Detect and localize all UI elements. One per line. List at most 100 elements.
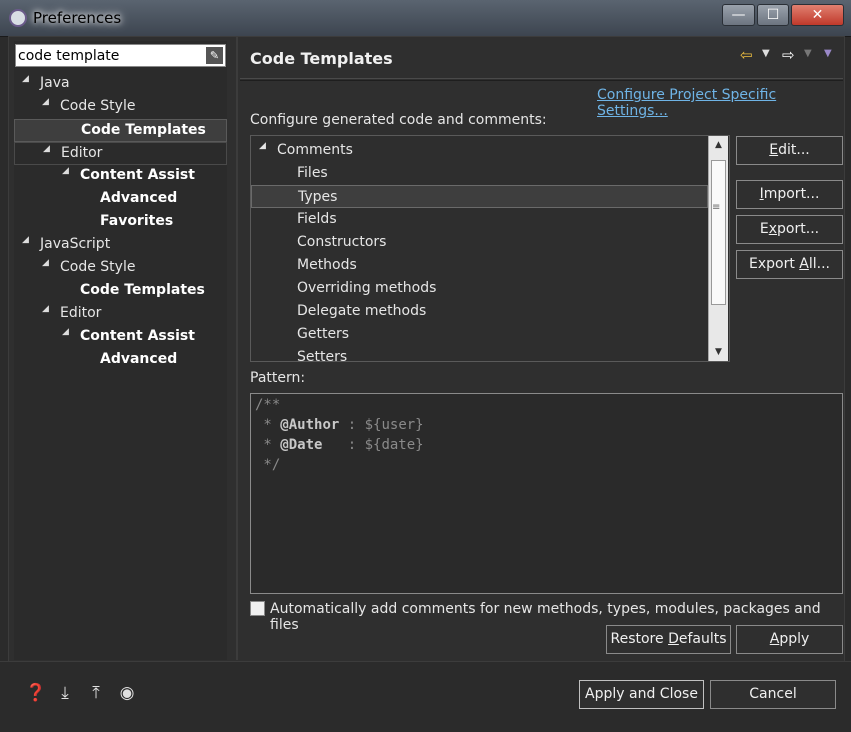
- pattern-line: * @Date : ${date}: [255, 437, 424, 453]
- export-button-prefix: E: [759, 221, 769, 237]
- minimize-button[interactable]: —: [722, 4, 755, 26]
- template-item[interactable]: Getters: [251, 323, 708, 346]
- tree-item-label: Editor: [60, 305, 102, 321]
- tree-item[interactable]: Advanced: [14, 349, 227, 372]
- apply-and-close-button[interactable]: Apply and Close: [579, 680, 704, 709]
- auto-comments-checkbox[interactable]: [250, 601, 265, 616]
- tree-item[interactable]: ◢ Editor: [14, 303, 227, 326]
- expand-arrow-icon[interactable]: ◢: [62, 166, 69, 176]
- pattern-prefix: *: [255, 437, 281, 453]
- scroll-thumb[interactable]: [711, 160, 726, 305]
- expand-arrow-icon[interactable]: ◢: [22, 235, 29, 245]
- pattern-prefix: *: [255, 417, 281, 433]
- date-tag: @Date: [280, 437, 323, 453]
- restore-defaults-button[interactable]: Restore Defaults: [606, 625, 731, 654]
- pattern-variable: : ${date}: [322, 437, 424, 453]
- tree-item[interactable]: ◢ JavaScript: [14, 234, 227, 257]
- import-icon[interactable]: ⤓: [55, 683, 75, 703]
- template-item-label: Types: [298, 189, 338, 205]
- scroll-down-icon[interactable]: ▼: [709, 343, 728, 361]
- pattern-line: /**: [255, 397, 281, 413]
- import-button[interactable]: Import...: [736, 180, 843, 209]
- tree-item[interactable]: ◢ Java: [14, 73, 227, 96]
- tree-item[interactable]: ◢ Code Style: [14, 96, 227, 119]
- tree-item[interactable]: Favorites: [14, 211, 227, 234]
- maximize-button[interactable]: ☐: [757, 4, 789, 26]
- template-item-label: Constructors: [297, 234, 387, 250]
- template-item[interactable]: Types: [251, 185, 708, 208]
- tree-item[interactable]: ◢ Content Assist: [14, 165, 227, 188]
- pattern-line: */: [255, 457, 281, 473]
- scroll-grip-icon: ≡: [712, 202, 721, 213]
- tree-item-label: Advanced: [100, 351, 178, 367]
- forward-menu-icon[interactable]: ▼: [804, 48, 812, 59]
- app-icon: [9, 9, 27, 27]
- tree-item[interactable]: Code Templates: [14, 119, 227, 142]
- back-arrow-icon[interactable]: ⇦: [740, 46, 753, 64]
- tree-item[interactable]: ◢ Editor: [14, 142, 227, 165]
- pane-divider[interactable]: [236, 36, 238, 660]
- expand-arrow-icon[interactable]: ◢: [62, 327, 69, 337]
- back-menu-icon[interactable]: ▼: [762, 48, 770, 59]
- title-separator: [240, 78, 843, 79]
- apply-button-label: pply: [779, 631, 810, 647]
- filter-input[interactable]: [18, 46, 203, 65]
- tree-item-label: JavaScript: [40, 236, 111, 252]
- page-title: Code Templates: [250, 49, 393, 68]
- tree-item-label: Code Templates: [80, 282, 205, 298]
- expand-arrow-icon[interactable]: ◢: [42, 97, 49, 107]
- forward-arrow-icon[interactable]: ⇨: [782, 46, 795, 64]
- pattern-label: Pattern:: [250, 370, 306, 386]
- expand-arrow-icon[interactable]: ◢: [259, 141, 266, 151]
- cancel-button[interactable]: Cancel: [710, 680, 836, 709]
- template-item[interactable]: Methods: [251, 254, 708, 277]
- template-item[interactable]: Overriding methods: [251, 277, 708, 300]
- tree-item[interactable]: Advanced: [14, 188, 227, 211]
- template-item-label: Setters: [297, 349, 348, 362]
- template-item-label: Getters: [297, 326, 350, 342]
- template-item[interactable]: ◢ Comments: [251, 139, 708, 162]
- template-item-label: Fields: [297, 211, 337, 227]
- pattern-variable: : ${user}: [339, 417, 424, 433]
- title-bar: Preferences — ☐ ✕: [0, 0, 851, 37]
- title-separator-shadow: [240, 80, 843, 81]
- export-mnemonic: x: [768, 221, 778, 237]
- export-all-button[interactable]: Export All...: [736, 250, 843, 279]
- view-menu-icon[interactable]: ▼: [824, 48, 832, 59]
- tree-item[interactable]: ◢ Content Assist: [14, 326, 227, 349]
- clear-filter-icon[interactable]: ✎: [206, 47, 223, 64]
- expand-arrow-icon[interactable]: ◢: [43, 144, 50, 154]
- templates-tree: ◢ Comments Files Types Fields Constructors Met…: [250, 135, 730, 362]
- tree-item-label: Advanced: [100, 190, 178, 206]
- templates-scrollbar[interactable]: ▲ ≡ ▼: [708, 136, 728, 361]
- template-item[interactable]: Delegate methods: [251, 300, 708, 323]
- edit-button[interactable]: Edit...: [736, 136, 843, 165]
- window-title: Preferences: [33, 9, 122, 27]
- export-button[interactable]: Export...: [736, 215, 843, 244]
- help-icon[interactable]: ❓: [25, 683, 46, 703]
- tree-item-label: Favorites: [100, 213, 174, 229]
- record-icon[interactable]: ◉: [117, 683, 137, 703]
- pattern-editor[interactable]: /** * @Author : ${user} * @Date : ${date…: [250, 393, 843, 594]
- tree-item[interactable]: ◢ Code Style: [14, 257, 227, 280]
- export-all-button-prefix: Export: [749, 256, 800, 272]
- author-tag: @Author: [280, 417, 340, 433]
- template-item[interactable]: Setters: [251, 346, 708, 362]
- export-icon[interactable]: ⤒: [86, 683, 106, 703]
- scroll-up-icon[interactable]: ▲: [709, 136, 728, 154]
- restore-defaults-label: efaults: [678, 631, 727, 647]
- close-button[interactable]: ✕: [791, 4, 844, 26]
- apply-button[interactable]: Apply: [736, 625, 843, 654]
- expand-arrow-icon[interactable]: ◢: [42, 258, 49, 268]
- tree-item-label: Java: [40, 75, 70, 91]
- template-item[interactable]: Files: [251, 162, 708, 185]
- expand-arrow-icon[interactable]: ◢: [22, 74, 29, 84]
- template-item[interactable]: Fields: [251, 208, 708, 231]
- apply-mnemonic: A: [769, 631, 780, 647]
- tree-item[interactable]: Code Templates: [14, 280, 227, 303]
- template-item[interactable]: Constructors: [251, 231, 708, 254]
- edit-button-label: dit...: [778, 142, 810, 158]
- expand-arrow-icon[interactable]: ◢: [42, 304, 49, 314]
- export-button-label: port...: [777, 221, 820, 237]
- project-settings-link[interactable]: Configure Project Specific Settings...: [597, 87, 851, 119]
